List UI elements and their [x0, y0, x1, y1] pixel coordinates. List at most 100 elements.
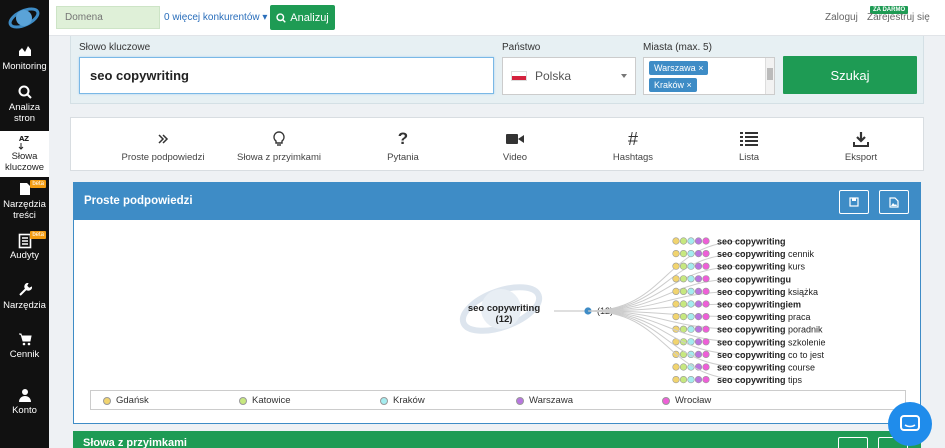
suggestion-label[interactable]: seo copywritingiem — [717, 300, 801, 310]
sidebar-item-slowa-kluczowe[interactable]: AZ Słowa kluczowe — [0, 131, 49, 177]
question-icon: ? — [397, 129, 409, 148]
city-presence-dot — [679, 249, 688, 258]
city-presence-dot — [702, 287, 710, 295]
city-tag[interactable]: Kraków × — [649, 78, 697, 92]
city-tag[interactable]: Warszawa × — [649, 61, 709, 75]
tab-lista[interactable]: Lista — [699, 130, 799, 163]
city-presence-dot — [672, 237, 680, 245]
sidebar-item-label: Narzędzia treści — [3, 199, 46, 221]
keyword-input[interactable]: seo copywriting — [79, 57, 494, 94]
sidebar-item-monitoring[interactable]: Monitoring — [0, 44, 49, 80]
register-link[interactable]: Zarejestruj się — [867, 12, 930, 23]
sidebar-item-analiza[interactable]: Analiza stron — [0, 85, 49, 127]
sidebar-item-narzedzia[interactable]: Narzędzia — [0, 283, 49, 319]
tab-label: Proste podpowiedzi — [121, 152, 205, 163]
city-presence-dot — [672, 262, 680, 270]
logo[interactable] — [8, 4, 40, 32]
svg-text:Z: Z — [24, 135, 29, 143]
suggestion-label[interactable]: seo copywriting cennik — [717, 249, 815, 259]
city-presence-dot — [672, 363, 680, 371]
scrollbar[interactable] — [765, 58, 774, 94]
sidebar-item-cennik[interactable]: Cennik — [0, 332, 49, 368]
sidebar-item-konto[interactable]: Konto — [0, 388, 49, 424]
cities-label: Miasta (max. 5) — [643, 42, 712, 53]
city-presence-dot — [702, 312, 710, 321]
tab-slowa-z-przyimkami[interactable]: Słowa z przyimkami — [219, 130, 339, 163]
tab-video[interactable]: Video — [465, 130, 565, 163]
analyze-button[interactable]: Analizuj — [270, 5, 335, 30]
tab-pytania[interactable]: ? Pytania — [353, 129, 453, 163]
city-presence-dot — [702, 376, 710, 384]
suggestion-label[interactable]: seo copywriting course — [717, 363, 815, 373]
panel-title: Proste podpowiedzi — [84, 195, 193, 207]
keyword-label: Słowo kluczowe — [79, 42, 151, 53]
image-file-icon — [889, 196, 899, 208]
hashtag-icon: # — [627, 128, 638, 149]
remove-icon[interactable]: × — [687, 80, 692, 90]
city-presence-dot — [687, 262, 695, 270]
country-select[interactable]: Polska — [502, 57, 636, 95]
sidebar-item-label: Audyty — [9, 250, 40, 261]
remove-icon[interactable]: × — [698, 63, 703, 73]
city-presence-dot — [672, 312, 680, 321]
city-presence-dot — [687, 275, 695, 283]
save-button[interactable] — [839, 190, 869, 214]
city-presence-dot — [702, 363, 710, 371]
legend-label: Kraków — [393, 395, 425, 406]
tab-hashtags[interactable]: # Hashtags — [583, 128, 683, 164]
city-presence-dot — [687, 312, 695, 321]
search-button[interactable]: Szukaj — [783, 56, 917, 94]
tab-proste-podpowiedzi[interactable]: Proste podpowiedzi — [103, 130, 223, 163]
sidebar-item-audyty[interactable]: beta Audyty — [0, 231, 49, 269]
domain-input[interactable] — [56, 6, 160, 29]
legend-item: Kraków — [380, 395, 425, 406]
legend-item: Wrocław — [662, 395, 711, 406]
suggestion-label[interactable]: seo copywriting szkolenie — [717, 337, 826, 347]
city-presence-dot — [694, 300, 703, 308]
sidebar-item-label: Cennik — [9, 349, 40, 360]
suggestion-label[interactable]: seo copywriting co to jest — [717, 350, 825, 360]
city-presence-dot — [694, 350, 703, 358]
login-link[interactable]: Zaloguj — [825, 12, 858, 23]
legend: Gdańsk Katowice Kraków Warszawa Wrocław — [90, 390, 906, 410]
poland-flag-icon — [511, 71, 527, 81]
city-presence-dot — [672, 376, 680, 384]
city-presence-dot — [702, 300, 710, 308]
panel-title: Słowa z przyimkami — [83, 437, 187, 448]
suggestion-label[interactable]: seo copywriting poradnik — [717, 325, 823, 335]
city-presence-dot — [679, 312, 688, 321]
suggestion-label[interactable]: seo copywriting — [717, 237, 786, 247]
suggestion-label[interactable]: seo copywriting tips — [717, 375, 803, 385]
beta-badge: beta — [30, 180, 46, 188]
city-presence-dot — [672, 300, 680, 308]
legend-label: Warszawa — [529, 395, 573, 406]
chat-icon — [900, 415, 920, 431]
city-presence-dot — [679, 376, 688, 384]
competitors-dropdown[interactable]: 0 więcej konkurentów ▾ — [164, 12, 267, 23]
tab-label: Eksport — [844, 152, 878, 163]
search-icon — [276, 12, 287, 23]
suggestion-label[interactable]: seo copywriting kurs — [717, 262, 806, 272]
legend-item: Katowice — [239, 395, 291, 406]
city-presence-dot — [679, 262, 688, 270]
suggestion-label[interactable]: seo copywriting praca — [717, 312, 811, 322]
user-icon — [0, 388, 49, 404]
tab-eksport[interactable]: Eksport — [811, 130, 911, 163]
export-image-button[interactable] — [879, 190, 909, 214]
save-button[interactable] — [838, 437, 868, 448]
legend-label: Gdańsk — [116, 395, 149, 406]
top-bar: 0 więcej konkurentów ▾ Analizuj Zaloguj … — [49, 0, 945, 36]
sidebar-item-narzedzia-tresci[interactable]: beta Narzędzia treści — [0, 180, 49, 228]
city-tag-label: Warszawa — [654, 63, 696, 73]
suggestion-label[interactable]: seo copywriting książka — [717, 287, 818, 297]
double-chevron-icon — [103, 130, 223, 148]
city-presence-dot — [672, 275, 680, 283]
chat-button[interactable] — [888, 402, 932, 446]
cities-multiselect[interactable]: Warszawa × Kraków × — [643, 57, 775, 95]
suggestion-label[interactable]: seo copywritingu — [717, 274, 791, 284]
scrollbar-thumb[interactable] — [767, 68, 773, 80]
country-value: Polska — [535, 69, 572, 83]
tool-tabs: Proste podpowiedzi Słowa z przyimkami ? … — [70, 117, 924, 171]
download-icon — [811, 130, 911, 148]
wrench-icon — [0, 283, 49, 299]
